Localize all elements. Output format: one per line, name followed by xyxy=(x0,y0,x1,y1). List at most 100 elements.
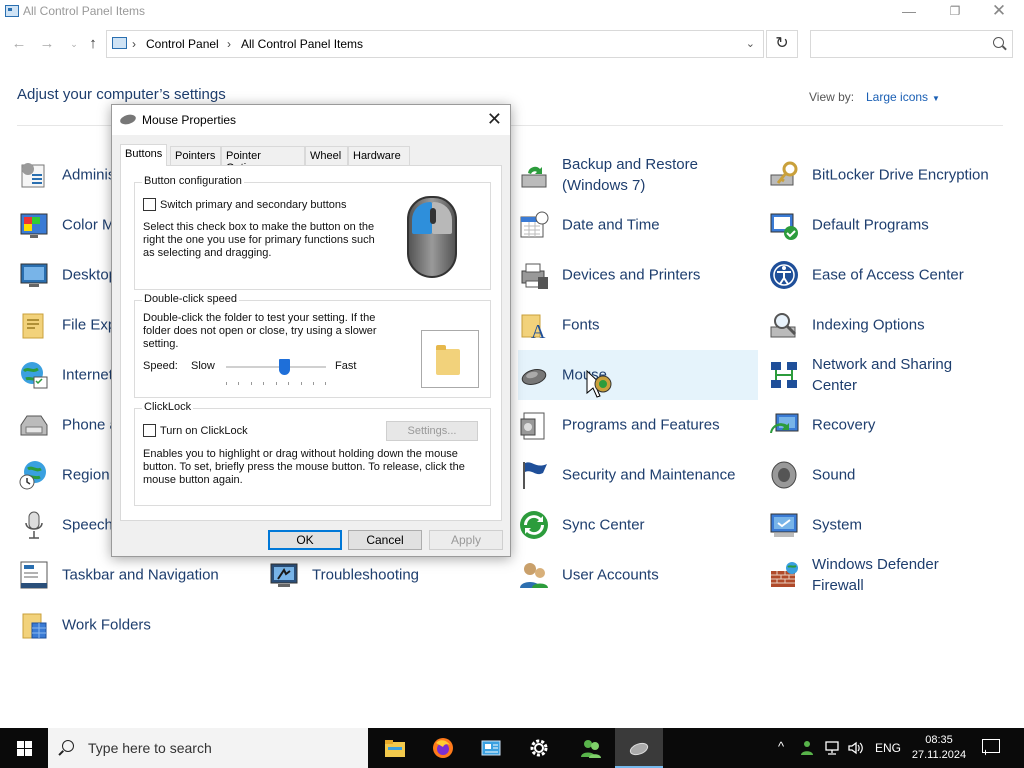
apply-button[interactable]: Apply xyxy=(429,530,503,550)
clicklock-settings-button[interactable]: Settings... xyxy=(386,421,478,441)
switch-buttons-checkbox[interactable] xyxy=(143,198,156,211)
cp-item-label: Ease of Access Center xyxy=(812,266,964,284)
cp-item-label: Backup and Restore (Windows 7) xyxy=(562,156,698,194)
breadcrumb-control-panel[interactable]: Control Panel xyxy=(146,37,219,51)
cp-item-label: Taskbar and Navigation xyxy=(62,566,219,584)
control-panel-icon xyxy=(5,5,19,17)
clicklock-description: Enables you to highlight or drag without… xyxy=(143,448,465,486)
cp-item-devices-and-printers[interactable]: Devices and Printers xyxy=(518,250,758,300)
cp-item-label: Programs and Features xyxy=(562,416,720,434)
tab-pointers[interactable]: Pointers xyxy=(170,146,221,165)
dialog-close-button[interactable]: ✕ xyxy=(487,109,502,130)
close-button[interactable]: ✕ xyxy=(976,0,1022,24)
view-by-label: View by: xyxy=(809,90,855,104)
cp-item-label: Windows Defender Firewall xyxy=(812,556,939,594)
taskbar-firefox[interactable] xyxy=(419,728,467,768)
cp-item-windows-defender-firewall[interactable]: Windows Defender Firewall xyxy=(768,550,1008,600)
clicklock-checkbox[interactable] xyxy=(143,424,156,437)
cancel-button[interactable]: Cancel xyxy=(348,530,422,550)
speed-label: Speed: xyxy=(143,360,178,372)
cp-item-fonts[interactable]: A Fonts xyxy=(518,300,758,350)
group-title: ClickLock xyxy=(142,401,194,413)
breadcrumb-all-items[interactable]: All Control Panel Items xyxy=(241,37,363,51)
up-button[interactable]: ↑ xyxy=(83,34,103,54)
cp-item-troubleshooting[interactable]: Troubleshooting xyxy=(268,550,508,600)
search-input[interactable] xyxy=(810,30,1013,58)
cp-item-label: BitLocker Drive Encryption xyxy=(812,166,989,184)
cp-item-mouse[interactable]: Mouse xyxy=(518,350,758,400)
search-icon xyxy=(993,37,1004,48)
button-configuration-group: Button configuration Switch primary and … xyxy=(134,175,491,290)
tab-pointer-options[interactable]: Pointer Options xyxy=(221,146,305,174)
cp-item-bitlocker[interactable]: BitLocker Drive Encryption xyxy=(768,150,1008,200)
cp-item-recovery[interactable]: Recovery xyxy=(768,400,1008,450)
work-folders-icon xyxy=(22,613,47,639)
refresh-button[interactable]: ↻ xyxy=(766,30,798,58)
address-dropdown-icon[interactable]: ⌄ xyxy=(746,37,755,50)
cp-item-backup-and-restore[interactable]: Backup and Restore (Windows 7) xyxy=(518,150,758,200)
cp-item-sync-center[interactable]: Sync Center xyxy=(518,500,758,550)
recent-locations-button[interactable]: ⌄ xyxy=(64,34,84,54)
speed-slider-track[interactable] xyxy=(226,366,326,368)
switch-buttons-label[interactable]: Switch primary and secondary buttons xyxy=(160,199,346,212)
forward-button[interactable]: → xyxy=(37,34,57,54)
taskbar-search-box[interactable]: Type here to search xyxy=(48,728,368,768)
cp-item-network-and-sharing[interactable]: Network and Sharing Center xyxy=(768,350,1008,400)
clock-time: 08:35 xyxy=(925,734,953,746)
maximize-button[interactable]: ❐ xyxy=(932,0,978,24)
clicklock-label[interactable]: Turn on ClickLock xyxy=(160,425,248,438)
back-button[interactable]: ← xyxy=(9,34,29,54)
mouse-icon xyxy=(629,742,649,756)
cp-item-date-and-time[interactable]: Date and Time xyxy=(518,200,758,250)
sound-icon xyxy=(771,461,797,489)
minimize-button[interactable]: — xyxy=(886,0,932,24)
cp-item-security-and-maintenance[interactable]: Security and Maintenance xyxy=(518,450,758,500)
network-sharing-icon xyxy=(771,362,797,388)
cp-item-ease-of-access[interactable]: Ease of Access Center xyxy=(768,250,1008,300)
notification-center-icon[interactable] xyxy=(982,739,1000,753)
breadcrumb-separator: › xyxy=(132,37,136,51)
primary-button-highlight xyxy=(412,202,432,234)
speed-slider-thumb[interactable] xyxy=(279,359,290,375)
system-clock[interactable]: 08:35 27.11.2024 xyxy=(906,733,972,763)
taskbar-mouse-properties[interactable] xyxy=(615,728,663,768)
start-button[interactable] xyxy=(0,728,48,768)
settings-gear-icon xyxy=(530,739,548,757)
cp-item-system[interactable]: System xyxy=(768,500,1008,550)
volume-icon[interactable] xyxy=(847,739,865,757)
cp-item-sound[interactable]: Sound xyxy=(768,450,1008,500)
tab-wheel[interactable]: Wheel xyxy=(305,146,348,165)
cp-item-label: Sound xyxy=(812,466,856,484)
cp-item-label: Security and Maintenance xyxy=(562,466,736,484)
navigation-bar: ← → ⌄ ↑ › Control Panel › All Control Pa… xyxy=(0,30,1024,60)
network-users-tray-icon[interactable] xyxy=(800,739,818,757)
cp-item-label: Work Folders xyxy=(62,616,151,634)
tab-hardware[interactable]: Hardware xyxy=(348,146,410,165)
indexing-icon xyxy=(770,313,797,338)
test-folder[interactable] xyxy=(421,330,479,388)
cp-item-work-folders[interactable]: Work Folders xyxy=(18,600,258,650)
address-bar[interactable]: › Control Panel › All Control Panel Item… xyxy=(106,30,764,58)
cp-item-indexing-options[interactable]: Indexing Options xyxy=(768,300,1008,350)
mouse-icon xyxy=(521,369,547,385)
cp-item-label: User Accounts xyxy=(562,566,659,584)
cp-item-default-programs[interactable]: Default Programs xyxy=(768,200,1008,250)
network-icon[interactable] xyxy=(824,739,842,757)
view-by-dropdown[interactable]: Large icons ▼ xyxy=(866,90,940,104)
ok-button[interactable]: OK xyxy=(268,530,342,550)
taskbar-settings[interactable] xyxy=(515,728,563,768)
cp-item-label: Network and Sharing Center xyxy=(812,356,953,394)
cp-item-programs-and-features[interactable]: Programs and Features xyxy=(518,400,758,450)
language-indicator[interactable]: ENG xyxy=(875,741,901,768)
taskbar-users-app[interactable] xyxy=(567,728,615,768)
bitlocker-icon xyxy=(770,161,798,186)
cp-item-user-accounts[interactable]: User Accounts xyxy=(518,550,758,600)
cp-item-label: Recovery xyxy=(812,416,876,434)
taskbar-control-panel[interactable] xyxy=(467,728,515,768)
taskbar-file-explorer[interactable] xyxy=(371,728,419,768)
cp-item-taskbar-and-navigation[interactable]: Taskbar and Navigation xyxy=(18,550,258,600)
taskbar-icon xyxy=(20,561,48,589)
svg-text:A: A xyxy=(531,321,546,341)
tray-overflow-chevron[interactable]: ^ xyxy=(778,739,784,768)
tab-buttons[interactable]: Buttons xyxy=(120,144,167,166)
